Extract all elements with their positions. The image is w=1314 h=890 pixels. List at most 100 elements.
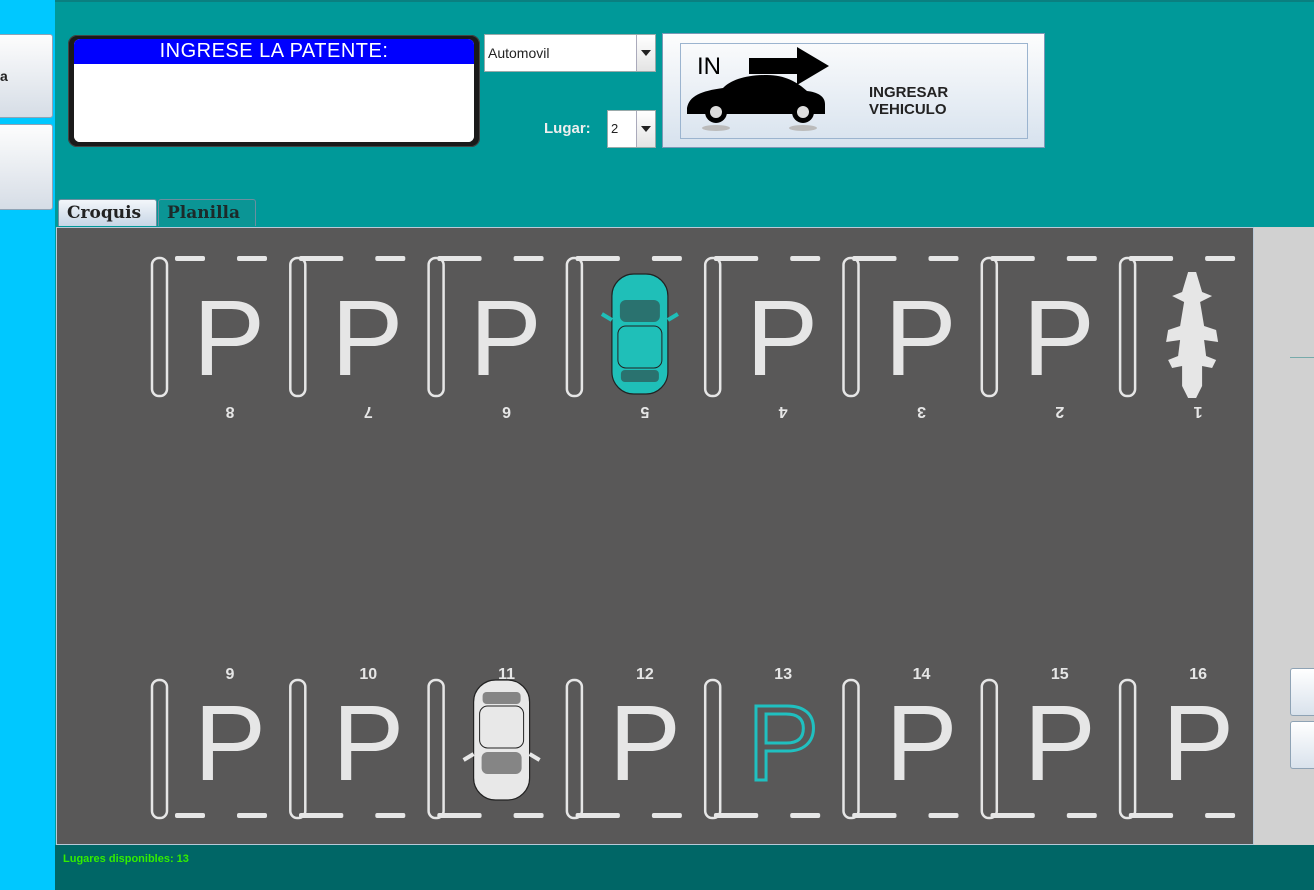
parking-p-symbol: P [332,682,404,803]
parking-p-symbol: P [747,682,819,803]
top-row-line [375,256,406,261]
patente-input[interactable] [74,64,474,142]
parking-p-symbol: P [1024,682,1096,803]
chevron-down-icon[interactable] [636,35,655,71]
ingresar-vehiculo-button[interactable]: IN INGRESAR VEHICULO [662,33,1045,148]
spot-number-top: 7 [364,403,373,420]
top-row-line [928,256,959,261]
side-button-1[interactable]: a [0,34,53,118]
top-row-divider [150,256,169,398]
spot-number-bottom: 14 [913,666,931,683]
top-border [55,0,1314,2]
bottom-row-line [1066,813,1097,818]
top-row-line [1143,256,1174,261]
parking-p-symbol: P [193,277,265,398]
spot-number-bottom: 10 [359,666,377,683]
parking-p-symbol: P [194,682,266,803]
spot-number-top: 6 [502,403,511,420]
parked-car-icon [600,273,679,395]
spot-number-top: 8 [225,403,234,420]
spot-number-bottom: 11 [498,666,515,683]
top-row-line [651,256,682,261]
bottom-row-line [313,813,344,818]
right-button-1[interactable] [1290,668,1314,716]
bottom-row-line [866,813,897,818]
status-bar [55,845,1314,890]
side-button-2[interactable] [0,124,53,210]
right-button-2[interactable] [1290,721,1314,769]
top-row-line [866,256,897,261]
bottom-row-divider [150,678,169,820]
ingresar-label: INGRESAR VEHICULO [869,84,949,118]
lugares-disponibles: Lugares disponibles: 13 [63,853,189,865]
bottom-row-divider [842,678,860,820]
patente-title: INGRESE LA PATENTE: [74,39,474,64]
bottom-row-line [175,813,205,818]
spot-number-top: 2 [1055,403,1064,420]
spot-number-top: 4 [779,403,788,420]
ingresar-icon-frame: IN INGRESAR VEHICULO [680,43,1028,139]
parking-p-symbol: P [331,277,403,398]
top-row-line [1004,256,1035,261]
top-row-line [451,256,482,261]
parking-p-symbol: P [746,277,818,398]
top-row-divider [703,256,722,398]
bottom-row-divider [1118,678,1137,820]
vehicle-type-value: Automovil [488,45,550,61]
tab-planilla[interactable]: Planilla [158,199,256,226]
bottom-row-line [928,813,959,818]
bottom-row-line [237,813,267,818]
bottom-row-line [728,813,759,818]
bottom-row-line [1004,813,1035,818]
bottom-row-line [375,813,406,818]
top-row-line [589,256,620,261]
top-row-line [1205,256,1236,261]
bottom-row-line [451,813,482,818]
bottom-row-line [651,813,682,818]
top-row-divider [427,256,445,398]
top-row-line [728,256,759,261]
lugar-value: 2 [611,121,619,136]
top-row-line [790,256,821,261]
right-panel-divider [1290,357,1314,358]
spot-number-top: 5 [640,403,649,420]
bottom-row-line [1205,813,1236,818]
chevron-down-icon[interactable] [636,111,655,147]
parking-p-symbol: P [885,682,957,803]
parked-motorcycle-icon [1166,272,1219,398]
spot-number-top: 3 [917,403,926,420]
parking-lot-map: P 8 P 7 P 6 5 P 4 P 3 P 2 1 P 9 P 10 11 P 12 P 13 P 14 P 15 P 16 [56,227,1254,845]
bottom-row-line [790,813,821,818]
spot-number-bottom: 15 [1051,666,1069,683]
bottom-row-line [513,813,544,818]
spot-number-bottom: 12 [636,666,654,683]
lugar-select[interactable]: 2 [607,110,656,148]
spot-number-bottom: 13 [774,666,792,683]
tab-croquis[interactable]: Croquis [58,199,157,226]
top-row-line [237,256,267,261]
parking-p-symbol: P [884,277,956,398]
parking-lot-drawing: P8P7P6 5P4P3P2 1P9P10 11P12P13P14P15P16 [150,256,1236,820]
spot-number-bottom: 16 [1189,666,1207,683]
bottom-row-divider [289,678,307,820]
top-row-line [175,256,205,261]
top-row-divider [980,256,999,398]
top-row-line [513,256,544,261]
bottom-row-line [1143,813,1174,818]
parking-p-symbol: P [1162,682,1234,803]
parking-p-symbol: P [609,682,681,803]
top-row-divider [1118,256,1137,398]
top-row-divider [842,256,860,398]
vehicle-type-select[interactable]: Automovil [484,34,656,72]
side-button-1-label: a [0,68,8,84]
bottom-row-divider [565,678,584,820]
spot-number-top: 1 [1194,403,1203,420]
top-row-divider [565,256,584,398]
top-row-divider [289,256,307,398]
bottom-row-divider [427,678,445,820]
parking-p-symbol: P [470,277,542,398]
patente-panel: INGRESE LA PATENTE: [68,35,480,147]
car-in-icon: IN [687,47,829,131]
bottom-row-line [589,813,620,818]
top-row-line [313,256,344,261]
